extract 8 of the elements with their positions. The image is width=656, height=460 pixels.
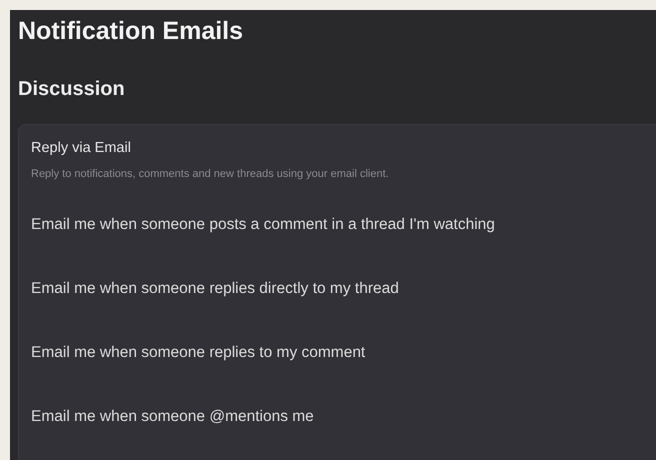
setting-description: Reply to notifications, comments and new threads using your email client. (31, 167, 389, 181)
section-heading: Discussion (18, 77, 126, 102)
setting-title: Reply via Email (31, 139, 131, 157)
option-label: Email me when someone @mentions me (31, 407, 314, 427)
page-title: Notification Emails (18, 16, 244, 46)
option-label: Email me when someone replies to my comment (31, 343, 366, 363)
option-label: Email me when someone replies directly to my thread (31, 279, 399, 299)
option-label: Email me when someone posts a comment in a thread I'm watching (31, 215, 495, 235)
